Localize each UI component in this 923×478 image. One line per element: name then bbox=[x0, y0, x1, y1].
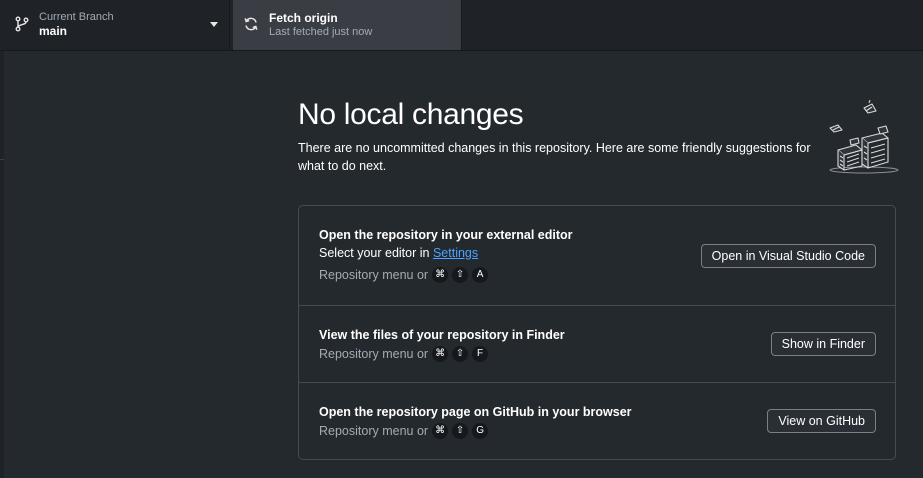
suggestion-shortcut-hint: Repository menu or ⌘ ⇧ G bbox=[319, 423, 489, 439]
view-on-github-button[interactable]: View on GitHub bbox=[767, 409, 876, 433]
suggestion-title: Open the repository page on GitHub in yo… bbox=[319, 405, 632, 419]
suggestion-title: View the files of your repository in Fin… bbox=[319, 328, 565, 342]
sync-icon bbox=[243, 16, 259, 32]
suggestion-title: Open the repository in your external edi… bbox=[319, 228, 573, 242]
suggestions-panel: Open the repository in your external edi… bbox=[298, 205, 896, 460]
fetch-origin-title: Fetch origin bbox=[269, 11, 338, 25]
command-key-icon: ⌘ bbox=[432, 267, 449, 283]
current-branch-name: main bbox=[39, 24, 68, 38]
left-sidebar-edge bbox=[0, 51, 4, 478]
paper-stacks-illustration bbox=[826, 98, 904, 176]
page-description: There are no uncommitted changes in this… bbox=[298, 141, 811, 173]
show-in-finder-button[interactable]: Show in Finder bbox=[770, 332, 876, 356]
suggestion-shortcut-hint: Repository menu or ⌘ ⇧ A bbox=[319, 267, 489, 283]
suggestion-shortcut-hint: Repository menu or ⌘ ⇧ F bbox=[319, 346, 489, 362]
suggestion-editor-prefix: Select your editor in bbox=[319, 246, 433, 260]
toolbar: Current Branch main Fetch origin Last fe… bbox=[0, 0, 923, 51]
shortcut-letter-key: F bbox=[472, 346, 489, 362]
shortcut-hint-text: Repository menu or bbox=[319, 424, 429, 438]
shortcut-hint-text: Repository menu or bbox=[319, 347, 429, 361]
current-branch-button[interactable]: Current Branch main bbox=[0, 0, 230, 50]
git-branch-icon bbox=[14, 16, 30, 32]
fetch-origin-status: Last fetched just now bbox=[269, 26, 373, 38]
settings-link[interactable]: Settings bbox=[433, 246, 478, 260]
sidebar-divider bbox=[0, 159, 4, 160]
suggestion-view-on-github: Open the repository page on GitHub in yo… bbox=[299, 383, 895, 460]
suggestion-editor-line: Select your editor in Settings bbox=[319, 246, 478, 260]
page-title: No local changes bbox=[298, 98, 524, 131]
command-key-icon: ⌘ bbox=[432, 423, 449, 439]
shift-key-icon: ⇧ bbox=[452, 267, 469, 283]
shift-key-icon: ⇧ bbox=[452, 423, 469, 439]
command-key-icon: ⌘ bbox=[432, 346, 449, 362]
shortcut-letter-key: G bbox=[472, 423, 489, 439]
shortcut-hint-text: Repository menu or bbox=[319, 268, 429, 282]
fetch-origin-button[interactable]: Fetch origin Last fetched just now bbox=[233, 0, 462, 50]
shift-key-icon: ⇧ bbox=[452, 346, 469, 362]
open-in-editor-button[interactable]: Open in Visual Studio Code bbox=[700, 244, 876, 268]
current-branch-label: Current Branch bbox=[39, 11, 114, 23]
shortcut-letter-key: A bbox=[472, 267, 489, 283]
suggestion-show-in-finder: View the files of your repository in Fin… bbox=[299, 306, 895, 383]
suggestion-open-editor: Open the repository in your external edi… bbox=[299, 206, 895, 306]
triangle-down-icon bbox=[210, 22, 218, 27]
